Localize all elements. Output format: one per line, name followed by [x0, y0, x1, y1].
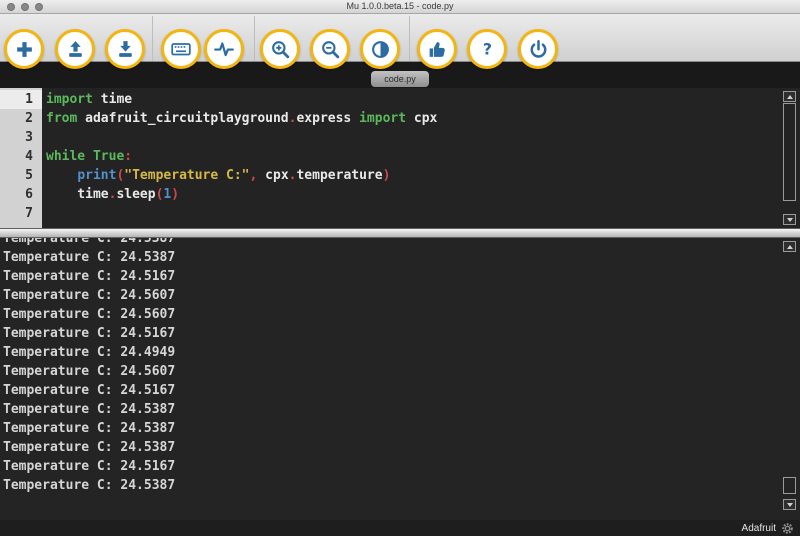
check-button[interactable]: [417, 29, 457, 69]
line-number: 6: [0, 185, 42, 204]
line-number: 3: [0, 128, 42, 147]
zoom-out-button[interactable]: [310, 29, 350, 69]
svg-text:?: ?: [482, 39, 491, 58]
zoom-window-button[interactable]: [35, 3, 43, 11]
pane-splitter[interactable]: [0, 228, 800, 238]
tab-label: code.py: [384, 74, 416, 84]
editor-scroll-down-button[interactable]: [783, 214, 796, 225]
code-line: import time: [46, 90, 800, 109]
zoom-in-button[interactable]: [260, 29, 300, 69]
code-area[interactable]: import timefrom adafruit_circuitplaygrou…: [42, 88, 800, 228]
gear-icon[interactable]: [781, 522, 794, 535]
toolbar: ?: [0, 14, 800, 62]
console-line: Temperature C: 24.5167: [3, 381, 800, 400]
close-button[interactable]: [7, 3, 15, 11]
console-line: Temperature C: 24.5607: [3, 305, 800, 324]
line-number-gutter: 1234567: [0, 88, 42, 228]
code-line: print("Temperature C:", cpx.temperature): [46, 166, 800, 185]
code-line: while True:: [46, 147, 800, 166]
serial-console[interactable]: Temperature C: 24.5387Temperature C: 24.…: [0, 238, 800, 520]
caret-up-icon: [787, 95, 793, 99]
line-number: 2: [0, 109, 42, 128]
window-title: Mu 1.0.0.beta.15 - code.py: [346, 0, 453, 13]
magnifier-minus-icon: [320, 39, 341, 60]
power-icon: [528, 39, 549, 60]
console-line: Temperature C: 24.5387: [3, 476, 800, 495]
line-number: 1: [0, 90, 42, 109]
console-line: Temperature C: 24.5167: [3, 324, 800, 343]
console-line: Temperature C: 24.5387: [3, 438, 800, 457]
title-bar: Mu 1.0.0.beta.15 - code.py: [0, 0, 800, 14]
code-editor[interactable]: 1234567 import timefrom adafruit_circuit…: [0, 88, 800, 228]
console-line: Temperature C: 24.5607: [3, 362, 800, 381]
console-line: Temperature C: 24.5167: [3, 267, 800, 286]
line-number: 7: [0, 204, 42, 223]
editor-scrollbar-thumb[interactable]: [783, 103, 796, 201]
console-line: Temperature C: 24.5387: [3, 400, 800, 419]
window-controls: [7, 3, 43, 11]
pulse-icon: [213, 38, 235, 60]
code-line: time.sleep(1): [46, 185, 800, 204]
magnifier-plus-icon: [270, 39, 291, 60]
plus-icon: [14, 39, 35, 60]
mode-label: Adafruit: [742, 523, 776, 534]
code-line: from adafruit_circuitplayground.express …: [46, 109, 800, 128]
console-scrollbar-thumb[interactable]: [783, 477, 796, 494]
tab-code-py[interactable]: code.py: [371, 71, 429, 87]
download-icon: [115, 39, 136, 60]
console-line: Temperature C: 24.5387: [3, 238, 800, 248]
code-line: [46, 128, 800, 147]
console-output: Temperature C: 24.5387Temperature C: 24.…: [3, 238, 800, 495]
thumbs-up-icon: [427, 39, 448, 60]
question-icon: ?: [477, 39, 498, 60]
serial-button[interactable]: [204, 29, 244, 69]
console-line: Temperature C: 24.5387: [3, 419, 800, 438]
save-button[interactable]: [105, 29, 145, 69]
keyboard-icon: [170, 38, 192, 60]
load-button[interactable]: [55, 29, 95, 69]
console-scroll-down-button[interactable]: [783, 499, 796, 510]
console-line: Temperature C: 24.5607: [3, 286, 800, 305]
contrast-icon: [370, 39, 391, 60]
help-button[interactable]: ?: [467, 29, 507, 69]
editor-scroll-up-button[interactable]: [783, 91, 796, 102]
line-number: 5: [0, 166, 42, 185]
console-line: Temperature C: 24.4949: [3, 343, 800, 362]
minimize-button[interactable]: [21, 3, 29, 11]
code-line: [46, 204, 800, 223]
console-line: Temperature C: 24.5167: [3, 457, 800, 476]
toolbar-divider: [152, 16, 153, 61]
caret-down-icon: [787, 218, 793, 222]
console-scroll-up-button[interactable]: [783, 241, 796, 252]
caret-up-icon: [787, 245, 793, 249]
repl-button[interactable]: [161, 29, 201, 69]
theme-button[interactable]: [360, 29, 400, 69]
caret-down-icon: [787, 503, 793, 507]
new-button[interactable]: [4, 29, 44, 69]
toolbar-divider: [254, 16, 255, 61]
status-bar: Adafruit: [0, 520, 800, 536]
upload-icon: [65, 39, 86, 60]
console-line: Temperature C: 24.5387: [3, 248, 800, 267]
line-number: 4: [0, 147, 42, 166]
quit-button[interactable]: [518, 29, 558, 69]
toolbar-divider: [409, 16, 410, 61]
